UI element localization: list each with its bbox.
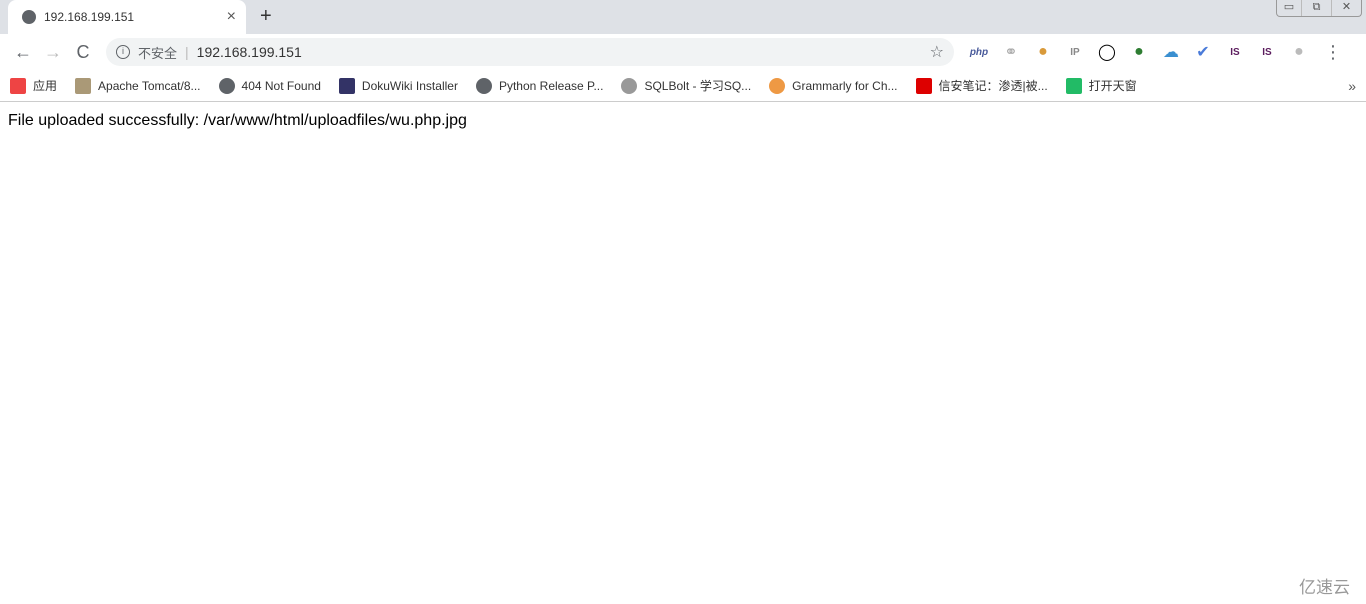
bookmark-label: 404 Not Found (241, 78, 321, 93)
not-secure-label: 不安全 (138, 45, 178, 61)
bookmark-favicon-icon (1065, 77, 1082, 94)
globe-icon (22, 10, 36, 24)
url-input[interactable]: 192.168.199.151 (197, 44, 930, 60)
bookmark-item[interactable]: DokuWiki Installer (338, 77, 458, 94)
bookmark-label: SQLBolt - 学习SQ... (644, 79, 752, 93)
close-window-button[interactable]: ✕ (1331, 0, 1361, 16)
bookmark-item[interactable]: 打开天窗 (1065, 77, 1137, 94)
restore-button[interactable]: ⧉ (1301, 0, 1331, 16)
bookmark-favicon-icon (769, 77, 786, 94)
watermark-logo: 亿速云 (1299, 578, 1350, 597)
bookmark-label: Grammarly for Ch... (792, 78, 898, 93)
bookmark-favicon-icon (915, 77, 932, 94)
extensions-area: php ⚭ ● IP ◯ ● ☁ ✔ IS IS ● (968, 41, 1310, 63)
extension-s2-icon[interactable]: IS (1256, 41, 1278, 63)
bookmark-label: 应用 (33, 79, 58, 93)
bookmark-label: 打开天窗 (1088, 79, 1137, 93)
bookmark-favicon-icon (475, 77, 492, 94)
divider: | (185, 44, 189, 60)
extension-profile-icon[interactable]: ● (1288, 41, 1310, 63)
tab-close-button[interactable]: × (227, 8, 236, 26)
extension-s1-icon[interactable]: IS (1224, 41, 1246, 63)
tab-active[interactable]: 192.168.199.151 × (8, 0, 246, 34)
bookmark-item[interactable]: Grammarly for Ch... (769, 77, 898, 94)
bookmark-favicon-icon (338, 77, 355, 94)
extension-link-icon[interactable]: ⚭ (1000, 41, 1022, 63)
page-content: File uploaded successfully: /var/www/htm… (0, 102, 1366, 140)
tab-strip: 192.168.199.151 × + ▭ ⧉ ✕ (0, 0, 1366, 34)
address-bar[interactable]: i 不安全 | 192.168.199.151 ☆ (106, 38, 954, 66)
bookmark-item[interactable]: 信安笔记：渗透|被... (915, 77, 1048, 94)
browser-toolbar: ← → C i 不安全 | 192.168.199.151 ☆ php ⚭ ● IP ◯… (0, 34, 1366, 70)
bookmarks-more-button[interactable]: » (1348, 78, 1356, 94)
bookmark-favicon-icon (621, 77, 638, 94)
extension-green-icon[interactable]: ● (1128, 41, 1150, 63)
bookmark-favicon-icon (218, 77, 235, 94)
window-controls: ▭ ⧉ ✕ (1276, 0, 1362, 17)
extension-php-icon[interactable]: php (968, 41, 990, 63)
bookmark-star-icon[interactable]: ☆ (930, 42, 944, 62)
info-icon[interactable]: i (116, 45, 130, 59)
bookmark-favicon-icon (75, 77, 92, 94)
new-tab-button[interactable]: + (260, 5, 272, 28)
extension-bird-icon[interactable]: ✔ (1192, 41, 1214, 63)
forward-button[interactable]: → (38, 42, 68, 63)
upload-message: File uploaded successfully: /var/www/htm… (8, 112, 467, 129)
back-button[interactable]: ← (8, 42, 38, 63)
reload-button[interactable]: C (68, 42, 98, 63)
extension-ring-icon[interactable]: ◯ (1096, 41, 1118, 63)
extension-ip-icon[interactable]: IP (1064, 41, 1086, 63)
bookmark-label: 信安笔记：渗透|被... (938, 79, 1048, 93)
bookmark-label: Python Release P... (498, 78, 604, 93)
bookmark-item[interactable]: Python Release P... (475, 77, 604, 94)
bookmark-item[interactable]: 应用 (10, 77, 57, 94)
extension-cookie-icon[interactable]: ● (1032, 41, 1054, 63)
extension-cloud-icon[interactable]: ☁ (1160, 41, 1182, 63)
tab-title: 192.168.199.151 (44, 10, 135, 24)
bookmark-favicon-icon (10, 77, 26, 94)
bookmark-label: DokuWiki Installer (361, 78, 458, 93)
bookmark-item[interactable]: Apache Tomcat/8... (75, 77, 201, 94)
menu-button[interactable]: ⋮ (1318, 42, 1348, 63)
bookmarks-bar: 应用 Apache Tomcat/8... 404 Not Found DokuWik… (0, 70, 1366, 102)
bookmark-label: Apache Tomcat/8... (98, 78, 201, 93)
bookmark-item[interactable]: SQLBolt - 学习SQ... (621, 77, 751, 94)
minimize-button[interactable]: ▭ (1277, 0, 1301, 16)
bookmark-item[interactable]: 404 Not Found (218, 77, 321, 94)
